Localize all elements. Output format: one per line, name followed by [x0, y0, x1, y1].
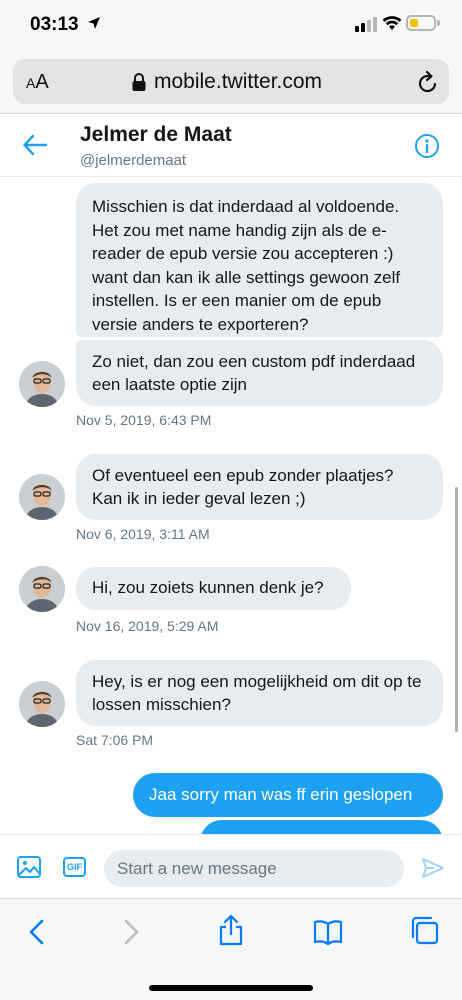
browser-address-area: AA mobile.twitter.com [0, 50, 462, 114]
wifi-icon [382, 16, 402, 30]
back-icon[interactable] [27, 919, 47, 945]
address-bar[interactable]: AA mobile.twitter.com [13, 59, 449, 104]
scrollbar[interactable] [455, 487, 458, 732]
tabs-icon[interactable] [409, 915, 439, 945]
forward-icon[interactable] [121, 919, 141, 945]
message-timestamp: Nov 5, 2019, 6:43 PM [76, 412, 212, 428]
outgoing-message-bubble[interactable]: Jaa sorry man was ff erin geslopen [133, 773, 443, 817]
message-timestamp: Nov 6, 2019, 3:11 AM [76, 526, 210, 542]
battery-level [410, 19, 418, 27]
message-composer: GIF [0, 834, 462, 898]
image-icon[interactable] [17, 856, 41, 878]
status-time: 03:13 [30, 14, 79, 35]
message-bubble[interactable]: Misschien is dat inderdaad al voldoende.… [76, 183, 443, 337]
battery-icon [406, 15, 436, 31]
avatar-photo [19, 474, 65, 520]
battery-tip [437, 20, 440, 26]
avatar[interactable] [19, 566, 65, 612]
url-text[interactable]: mobile.twitter.com [154, 70, 322, 94]
avatar-photo [19, 566, 65, 612]
message-timestamp: Nov 16, 2019, 5:29 AM [76, 618, 219, 634]
browser-toolbar [0, 898, 462, 1000]
message-bubble[interactable]: Zo niet, dan zou een custom pdf inderdaa… [76, 340, 443, 406]
message-thread[interactable]: Misschien is dat inderdaad al voldoende.… [0, 177, 462, 834]
info-icon[interactable] [414, 133, 440, 159]
message-input[interactable] [104, 850, 404, 887]
text-size-button[interactable]: AA [26, 71, 49, 94]
avatar[interactable] [19, 361, 65, 407]
avatar-photo [19, 361, 65, 407]
cellular-signal-icon [355, 17, 377, 32]
gif-icon[interactable]: GIF [63, 857, 86, 877]
avatar-photo [19, 681, 65, 727]
lock-icon [132, 73, 146, 91]
avatar[interactable] [19, 474, 65, 520]
message-bubble[interactable]: Hey, is er nog een mogelijkheid om dit o… [76, 660, 443, 726]
location-arrow-icon [88, 17, 100, 29]
avatar[interactable] [19, 681, 65, 727]
status-bar: 03:13 [0, 0, 462, 50]
message-timestamp: Sat 7:06 PM [76, 732, 154, 748]
home-indicator[interactable] [149, 985, 313, 991]
share-icon[interactable] [217, 914, 245, 946]
back-arrow-icon[interactable] [22, 133, 48, 157]
conversation-header: Jelmer de Maat @jelmerdemaat [0, 115, 462, 177]
message-bubble[interactable]: Of eventueel een epub zonder plaatjes? K… [76, 454, 443, 520]
send-icon[interactable] [421, 857, 445, 879]
message-bubble[interactable]: Hi, zou zoiets kunnen denk je? [76, 567, 351, 610]
bookmarks-icon[interactable] [313, 919, 343, 945]
contact-name[interactable]: Jelmer de Maat [80, 123, 232, 147]
outgoing-message-bubble[interactable] [200, 820, 443, 834]
reload-icon[interactable] [417, 70, 439, 94]
contact-handle: @jelmerdemaat [80, 152, 187, 169]
